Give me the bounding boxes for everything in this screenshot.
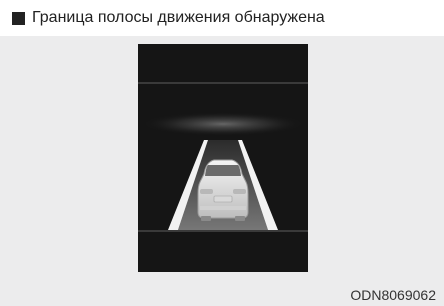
cluster-display <box>138 44 308 272</box>
top-divider <box>138 82 308 84</box>
bottom-divider <box>138 230 308 232</box>
lane-display-graphic <box>138 44 308 272</box>
illustration-panel: ODN8069062 <box>0 36 444 306</box>
horizon-glow <box>141 112 305 136</box>
page: Граница полосы движения обнаружена ODN80… <box>0 0 444 306</box>
car-icon <box>197 159 249 221</box>
section-header: Граница полосы движения обнаружена <box>0 0 444 36</box>
section-title: Граница полосы движения обнаружена <box>32 9 325 26</box>
square-bullet-icon <box>12 11 25 25</box>
figure-code: ODN8069062 <box>350 287 436 303</box>
